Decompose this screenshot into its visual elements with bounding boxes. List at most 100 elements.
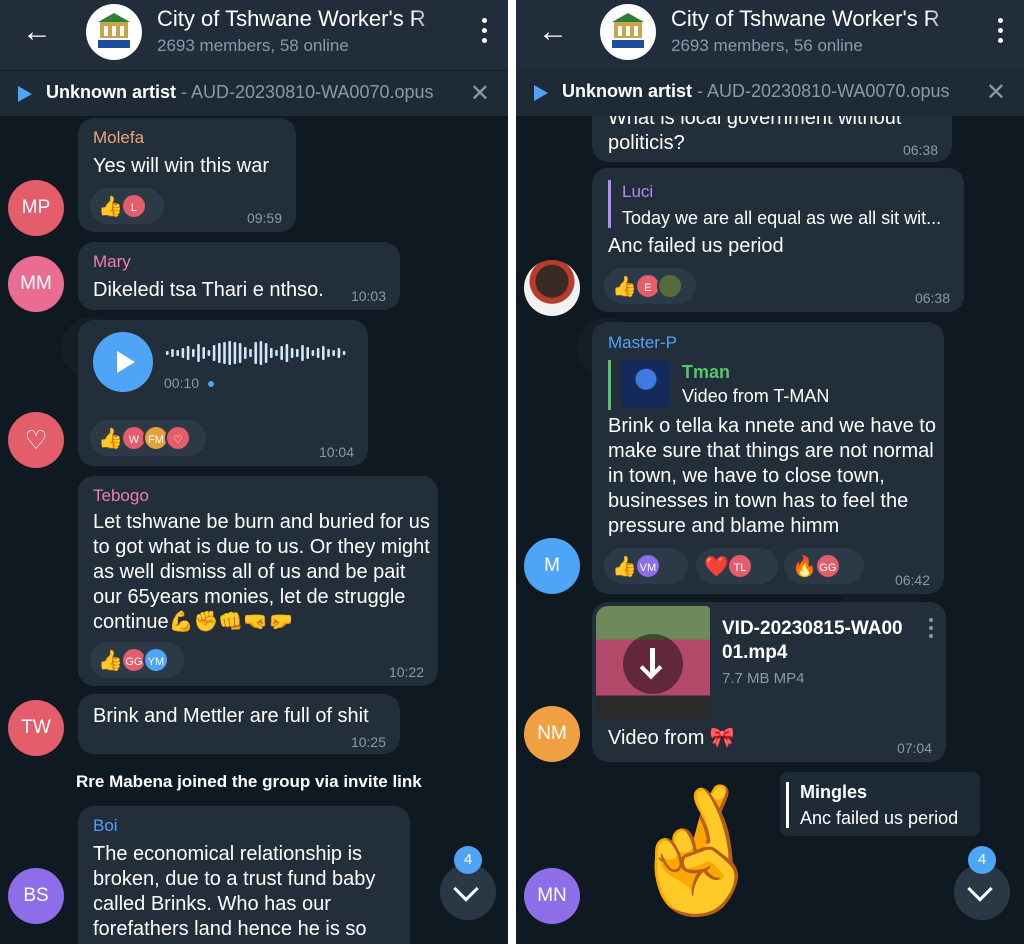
audio-player-bar[interactable]: Unknown artist - AUD-20230810-WA0070.opu… xyxy=(0,70,508,116)
close-player-icon[interactable]: ✕ xyxy=(986,78,1006,107)
waveform-bar xyxy=(337,348,341,358)
group-title[interactable]: City of Tshwane Worker's R xyxy=(671,6,961,32)
quoted-reply[interactable] xyxy=(608,180,621,228)
quoted-reply[interactable] xyxy=(608,360,621,410)
play-icon[interactable] xyxy=(18,86,32,102)
message-time: 06:38 xyxy=(914,290,950,306)
voice-waveform[interactable] xyxy=(166,338,356,368)
reactor-photo-avatar xyxy=(656,273,683,299)
reactor-avatar: TL xyxy=(726,553,753,579)
audio-player-overlay[interactable]: Unknown artist - AUD-20230810-WA0070.opu… xyxy=(516,70,1024,116)
waveform-bar xyxy=(264,343,268,363)
waveform-bar xyxy=(275,350,278,356)
message-bubble[interactable]: Luci Today we are all equal as we all si… xyxy=(592,168,964,312)
waveform-bar xyxy=(290,348,294,358)
avatar[interactable]: TW xyxy=(8,700,64,756)
crossed-fingers-sticker[interactable]: 🤞 xyxy=(620,776,774,926)
waveform-bar xyxy=(244,347,247,359)
waveform-bar xyxy=(233,342,237,364)
voice-duration: 00:10 xyxy=(164,375,200,391)
message-text: Anc failed us period xyxy=(608,235,784,257)
group-logo-avatar[interactable] xyxy=(86,4,142,60)
sender-name[interactable]: Boi xyxy=(93,816,118,836)
left-chat-screen: ← City of Tshwane Worker's R 2693 member… xyxy=(0,0,508,944)
player-artist: Unknown artist xyxy=(562,81,693,101)
avatar[interactable]: MP xyxy=(8,180,64,236)
avatar[interactable]: M xyxy=(524,538,580,594)
waveform-bar xyxy=(207,350,211,356)
message-time: 10:22 xyxy=(388,664,424,680)
heart-avatar-icon: ♡ xyxy=(164,425,191,451)
message-bubble[interactable]: Boi The economical relationship is broke… xyxy=(78,806,410,944)
file-message-bubble[interactable]: VID-20230815-WA00 01.mp4 7.7 MB MP4 Vide… xyxy=(592,602,946,762)
system-message: Rre Mabena joined the group via invite l… xyxy=(76,772,422,791)
download-button[interactable] xyxy=(623,634,683,694)
voice-play-button[interactable] xyxy=(93,332,153,392)
voice-message-bubble[interactable]: 00:10 👍 W FM ♡ 10:04 xyxy=(78,320,368,466)
avatar[interactable]: MN xyxy=(524,868,580,924)
avatar[interactable]: MM xyxy=(8,256,64,312)
heart-avatar-icon[interactable]: ♡ xyxy=(8,412,64,468)
player-track-label: Unknown artist - AUD-20230810-WA0070.opu… xyxy=(562,81,950,102)
sender-name[interactable]: Master-P xyxy=(608,333,677,353)
waveform-bar xyxy=(218,343,221,363)
message-bubble[interactable]: Master-P Tman Video from T-MAN Brink o t… xyxy=(592,322,944,594)
waveform-bar xyxy=(181,348,185,358)
more-menu-icon[interactable] xyxy=(480,18,488,48)
play-icon[interactable] xyxy=(534,85,548,101)
message-text: The economical relationship is broken, d… xyxy=(93,843,376,940)
player-track-label: Unknown artist - AUD-20230810-WA0070.opu… xyxy=(46,82,434,103)
file-options-icon[interactable] xyxy=(928,618,934,642)
message-bubble[interactable]: Tebogo Let tshwane be burn and buried fo… xyxy=(78,476,438,686)
reply-sender: Mingles xyxy=(800,782,868,802)
waveform-bar xyxy=(202,347,205,359)
more-menu-icon[interactable] xyxy=(996,18,1004,48)
chat-header: ← City of Tshwane Worker's R 2693 member… xyxy=(516,0,1024,70)
thumbs-up-icon: 👍 xyxy=(98,649,123,672)
waveform-bar xyxy=(296,349,299,357)
player-artist: Unknown artist xyxy=(46,82,177,102)
close-player-icon[interactable]: ✕ xyxy=(470,79,490,108)
message-bubble[interactable]: Molefa Yes will win this war 👍 L 09:59 xyxy=(78,118,296,232)
avatar[interactable]: NM xyxy=(524,706,580,762)
thumbs-up-icon: 👍 xyxy=(98,195,123,218)
waveform-bar xyxy=(259,341,263,365)
reaction-chip[interactable]: 👍 E xyxy=(604,268,696,304)
reaction-chip[interactable]: 👍 W FM ♡ xyxy=(90,420,206,456)
photo-avatar[interactable] xyxy=(524,260,580,316)
reaction-chip[interactable]: 👍 L xyxy=(90,188,164,224)
sticker-reply-preview[interactable]: Mingles Anc failed us period xyxy=(780,772,980,836)
reaction-chip[interactable]: ❤️ TL xyxy=(696,548,778,584)
waveform-bar xyxy=(249,349,252,357)
file-name-line-2[interactable]: 01.mp4 xyxy=(722,642,787,664)
group-title[interactable]: City of Tshwane Worker's R xyxy=(157,6,447,32)
reaction-chip[interactable]: 👍 GG YM xyxy=(90,642,184,678)
waveform-bar xyxy=(280,346,283,360)
waveform-bar xyxy=(311,350,315,356)
waveform-bar xyxy=(327,349,330,357)
waveform-bar xyxy=(285,344,289,362)
waveform-bar xyxy=(306,347,309,359)
group-logo-avatar[interactable] xyxy=(600,4,656,60)
message-bubble[interactable]: Mary Dikeledi tsa Thari e nthso. 10:03 xyxy=(78,242,400,310)
reaction-chip[interactable]: 👍 VM xyxy=(604,548,688,584)
waveform-bar xyxy=(197,344,200,362)
message-time: 06:38 xyxy=(902,142,938,158)
waveform-bar xyxy=(192,349,195,357)
back-arrow-icon[interactable]: ← xyxy=(22,17,52,47)
file-name-line-1[interactable]: VID-20230815-WA00 xyxy=(722,618,903,640)
message-bubble[interactable]: Brink and Mettler are full of shit 10:25 xyxy=(78,694,400,754)
right-chat-screen: ← City of Tshwane Worker's R 2693 member… xyxy=(516,0,1024,944)
avatar[interactable]: BS xyxy=(8,868,64,924)
sender-name[interactable]: Tebogo xyxy=(93,486,149,506)
reaction-chip[interactable]: 🔥 GG xyxy=(784,548,864,584)
player-file-name: AUD-20230810-WA0070.opus xyxy=(707,81,950,101)
sender-name[interactable]: Mary xyxy=(93,252,131,272)
back-arrow-icon[interactable]: ← xyxy=(538,17,568,47)
waveform-bar xyxy=(332,350,335,356)
video-thumbnail[interactable] xyxy=(596,606,710,718)
waveform-bar xyxy=(270,348,273,358)
sender-name[interactable]: Molefa xyxy=(93,128,144,148)
reactor-avatar: YM xyxy=(142,647,169,673)
sender-name[interactable]: Luci xyxy=(622,182,653,202)
